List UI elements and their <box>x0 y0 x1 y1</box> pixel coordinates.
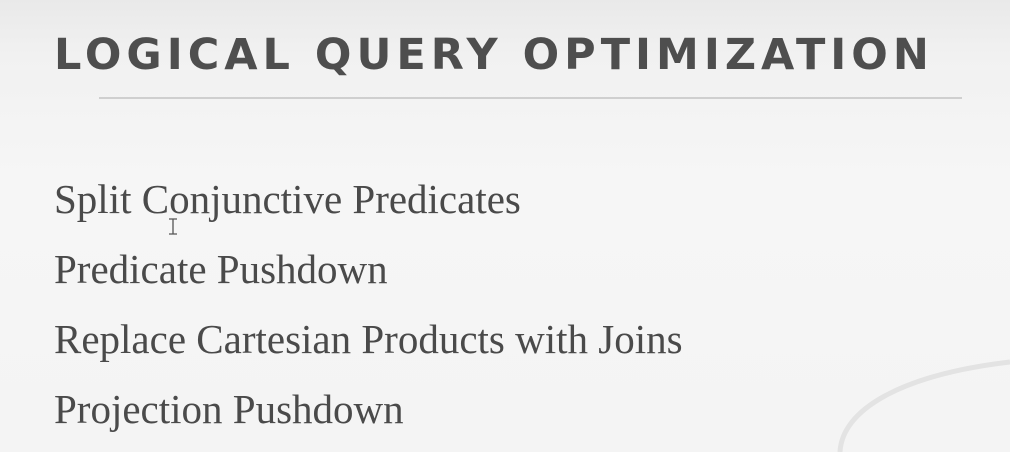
list-item-projection-pushdown: Projection Pushdown <box>54 386 404 432</box>
list-item-split-conjunctive-predicates: Split Conjunctive Predicates <box>54 176 521 222</box>
list-item-predicate-pushdown: Predicate Pushdown <box>54 246 388 292</box>
slide-title: LOGICAL QUERY OPTIMIZATION <box>54 30 934 80</box>
list-item-replace-cartesian-products: Replace Cartesian Products with Joins <box>54 316 683 362</box>
text-cursor-icon <box>169 218 177 235</box>
title-divider <box>99 97 962 99</box>
swoosh-decoration <box>837 359 1010 452</box>
bullet-list: Split Conjunctive Predicates Predicate P… <box>54 164 683 444</box>
